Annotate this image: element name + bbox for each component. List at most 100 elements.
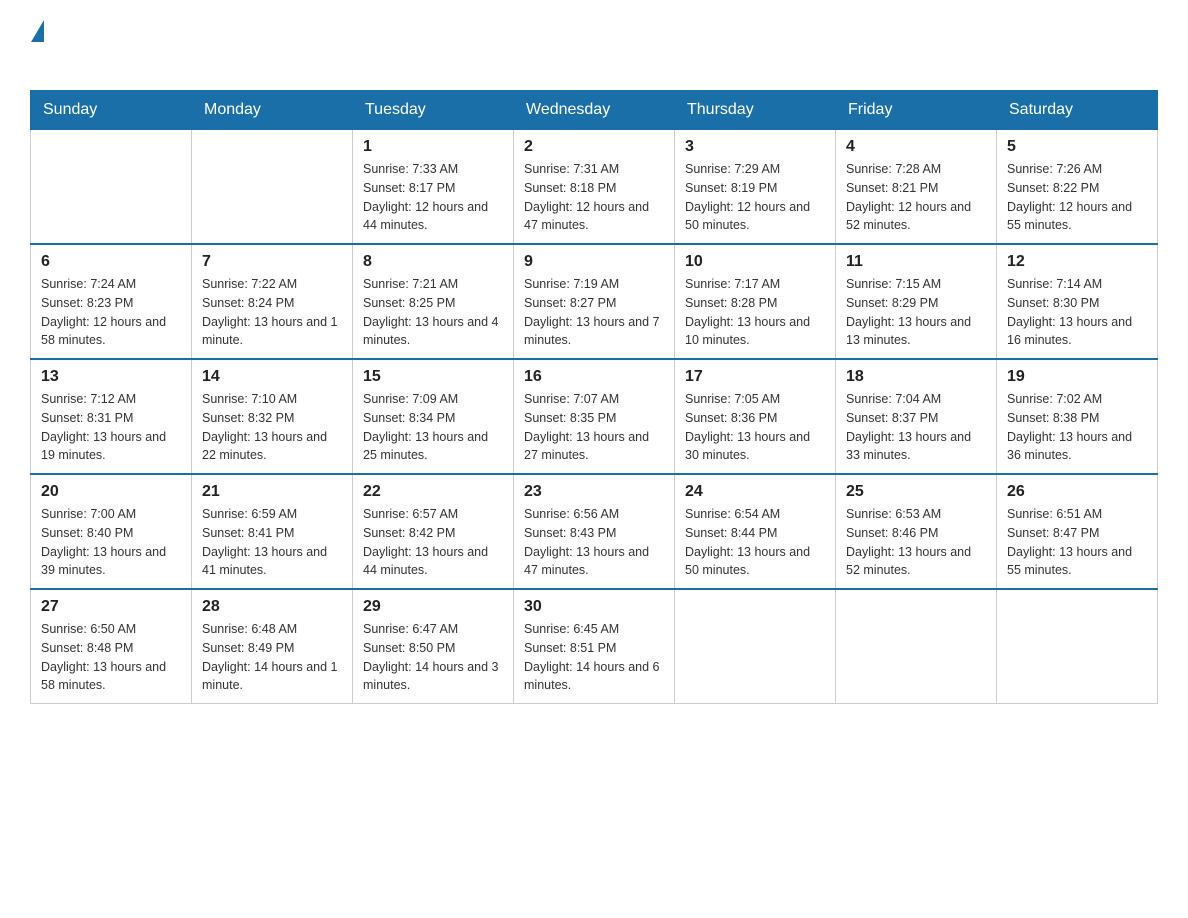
day-number: 23 [524, 483, 664, 501]
calendar-day-cell: 9 Sunrise: 7:19 AMSunset: 8:27 PMDaylight… [514, 244, 675, 359]
day-number: 19 [1007, 368, 1147, 386]
day-sun-info: Sunrise: 7:28 AMSunset: 8:21 PMDaylight:… [846, 160, 986, 235]
day-number: 27 [41, 598, 181, 616]
day-sun-info: Sunrise: 6:53 AMSunset: 8:46 PMDaylight:… [846, 505, 986, 580]
day-number: 28 [202, 598, 342, 616]
calendar-day-cell: 11 Sunrise: 7:15 AMSunset: 8:29 PMDayligh… [836, 244, 997, 359]
day-of-week-header: Sunday [31, 91, 192, 130]
day-sun-info: Sunrise: 6:48 AMSunset: 8:49 PMDaylight:… [202, 620, 342, 695]
day-number: 10 [685, 253, 825, 271]
calendar-day-cell: 29 Sunrise: 6:47 AMSunset: 8:50 PMDayligh… [353, 589, 514, 704]
day-sun-info: Sunrise: 7:31 AMSunset: 8:18 PMDaylight:… [524, 160, 664, 235]
day-number: 18 [846, 368, 986, 386]
day-sun-info: Sunrise: 7:14 AMSunset: 8:30 PMDaylight:… [1007, 275, 1147, 350]
calendar-week-row: 27 Sunrise: 6:50 AMSunset: 8:48 PMDayligh… [31, 589, 1158, 704]
calendar-day-cell: 6Sunrise: 7:24 AMSunset: 8:23 PMDaylight… [31, 244, 192, 359]
calendar-header-row: SundayMondayTuesdayWednesdayThursdayFrid… [31, 91, 1158, 130]
day-sun-info: Sunrise: 7:26 AMSunset: 8:22 PMDaylight:… [1007, 160, 1147, 235]
calendar-week-row: 1Sunrise: 7:33 AMSunset: 8:17 PMDaylight… [31, 130, 1158, 245]
day-number: 17 [685, 368, 825, 386]
day-number: 2 [524, 138, 664, 156]
day-sun-info: Sunrise: 7:09 AMSunset: 8:34 PMDaylight:… [363, 390, 503, 465]
calendar-day-cell: 20 Sunrise: 7:00 AMSunset: 8:40 PMDayligh… [31, 474, 192, 589]
day-of-week-header: Saturday [997, 91, 1158, 130]
calendar-week-row: 20 Sunrise: 7:00 AMSunset: 8:40 PMDayligh… [31, 474, 1158, 589]
day-sun-info: Sunrise: 6:45 AMSunset: 8:51 PMDaylight:… [524, 620, 664, 695]
day-number: 21 [202, 483, 342, 501]
logo [30, 20, 66, 70]
calendar-day-cell: 4 Sunrise: 7:28 AMSunset: 8:21 PMDaylight… [836, 130, 997, 245]
day-sun-info: Sunrise: 7:12 AMSunset: 8:31 PMDaylight:… [41, 390, 181, 465]
day-number: 9 [524, 253, 664, 271]
calendar-day-cell: 14Sunrise: 7:10 AMSunset: 8:32 PMDayligh… [192, 359, 353, 474]
day-sun-info: Sunrise: 7:00 AMSunset: 8:40 PMDaylight:… [41, 505, 181, 580]
day-number: 26 [1007, 483, 1147, 501]
day-sun-info: Sunrise: 6:54 AMSunset: 8:44 PMDaylight:… [685, 505, 825, 580]
day-sun-info: Sunrise: 6:47 AMSunset: 8:50 PMDaylight:… [363, 620, 503, 695]
calendar-day-cell: 13 Sunrise: 7:12 AMSunset: 8:31 PMDayligh… [31, 359, 192, 474]
day-sun-info: Sunrise: 6:56 AMSunset: 8:43 PMDaylight:… [524, 505, 664, 580]
calendar-day-cell: 12 Sunrise: 7:14 AMSunset: 8:30 PMDayligh… [997, 244, 1158, 359]
calendar-day-cell: 24 Sunrise: 6:54 AMSunset: 8:44 PMDayligh… [675, 474, 836, 589]
calendar-day-cell [31, 130, 192, 245]
day-number: 24 [685, 483, 825, 501]
day-number: 15 [363, 368, 503, 386]
day-number: 16 [524, 368, 664, 386]
calendar-day-cell: 21 Sunrise: 6:59 AMSunset: 8:41 PMDayligh… [192, 474, 353, 589]
calendar-day-cell: 28 Sunrise: 6:48 AMSunset: 8:49 PMDayligh… [192, 589, 353, 704]
calendar-day-cell [675, 589, 836, 704]
calendar-day-cell: 15 Sunrise: 7:09 AMSunset: 8:34 PMDayligh… [353, 359, 514, 474]
day-number: 14 [202, 368, 342, 386]
day-sun-info: Sunrise: 7:04 AMSunset: 8:37 PMDaylight:… [846, 390, 986, 465]
day-number: 8 [363, 253, 503, 271]
day-of-week-header: Thursday [675, 91, 836, 130]
day-number: 22 [363, 483, 503, 501]
calendar-day-cell: 18 Sunrise: 7:04 AMSunset: 8:37 PMDayligh… [836, 359, 997, 474]
day-sun-info: Sunrise: 6:50 AMSunset: 8:48 PMDaylight:… [41, 620, 181, 695]
day-number: 7 [202, 253, 342, 271]
calendar-day-cell: 22 Sunrise: 6:57 AMSunset: 8:42 PMDayligh… [353, 474, 514, 589]
day-number: 12 [1007, 253, 1147, 271]
day-sun-info: Sunrise: 7:05 AMSunset: 8:36 PMDaylight:… [685, 390, 825, 465]
day-sun-info: Sunrise: 7:22 AMSunset: 8:24 PMDaylight:… [202, 275, 342, 350]
calendar-week-row: 13 Sunrise: 7:12 AMSunset: 8:31 PMDayligh… [31, 359, 1158, 474]
day-of-week-header: Tuesday [353, 91, 514, 130]
day-number: 20 [41, 483, 181, 501]
calendar-day-cell: 8 Sunrise: 7:21 AMSunset: 8:25 PMDaylight… [353, 244, 514, 359]
day-number: 29 [363, 598, 503, 616]
day-sun-info: Sunrise: 6:59 AMSunset: 8:41 PMDaylight:… [202, 505, 342, 580]
calendar-day-cell: 16 Sunrise: 7:07 AMSunset: 8:35 PMDayligh… [514, 359, 675, 474]
calendar-day-cell: 10 Sunrise: 7:17 AMSunset: 8:28 PMDayligh… [675, 244, 836, 359]
day-number: 11 [846, 253, 986, 271]
day-sun-info: Sunrise: 6:51 AMSunset: 8:47 PMDaylight:… [1007, 505, 1147, 580]
day-sun-info: Sunrise: 7:29 AMSunset: 8:19 PMDaylight:… [685, 160, 825, 235]
calendar-table: SundayMondayTuesdayWednesdayThursdayFrid… [30, 90, 1158, 704]
calendar-day-cell: 1Sunrise: 7:33 AMSunset: 8:17 PMDaylight… [353, 130, 514, 245]
calendar-week-row: 6Sunrise: 7:24 AMSunset: 8:23 PMDaylight… [31, 244, 1158, 359]
calendar-day-cell [997, 589, 1158, 704]
calendar-day-cell: 26 Sunrise: 6:51 AMSunset: 8:47 PMDayligh… [997, 474, 1158, 589]
day-number: 13 [41, 368, 181, 386]
day-sun-info: Sunrise: 7:21 AMSunset: 8:25 PMDaylight:… [363, 275, 503, 350]
day-sun-info: Sunrise: 7:15 AMSunset: 8:29 PMDaylight:… [846, 275, 986, 350]
calendar-day-cell: 17 Sunrise: 7:05 AMSunset: 8:36 PMDayligh… [675, 359, 836, 474]
calendar-day-cell: 2 Sunrise: 7:31 AMSunset: 8:18 PMDaylight… [514, 130, 675, 245]
day-sun-info: Sunrise: 7:02 AMSunset: 8:38 PMDaylight:… [1007, 390, 1147, 465]
day-sun-info: Sunrise: 7:33 AMSunset: 8:17 PMDaylight:… [363, 160, 503, 235]
calendar-day-cell [836, 589, 997, 704]
day-of-week-header: Friday [836, 91, 997, 130]
calendar-day-cell [192, 130, 353, 245]
page-header [30, 20, 1158, 70]
calendar-day-cell: 25Sunrise: 6:53 AMSunset: 8:46 PMDayligh… [836, 474, 997, 589]
calendar-day-cell: 7 Sunrise: 7:22 AMSunset: 8:24 PMDaylight… [192, 244, 353, 359]
day-sun-info: Sunrise: 7:07 AMSunset: 8:35 PMDaylight:… [524, 390, 664, 465]
calendar-day-cell: 19 Sunrise: 7:02 AMSunset: 8:38 PMDayligh… [997, 359, 1158, 474]
day-number: 4 [846, 138, 986, 156]
calendar-day-cell: 3Sunrise: 7:29 AMSunset: 8:19 PMDaylight… [675, 130, 836, 245]
day-sun-info: Sunrise: 6:57 AMSunset: 8:42 PMDaylight:… [363, 505, 503, 580]
calendar-day-cell: 23 Sunrise: 6:56 AMSunset: 8:43 PMDayligh… [514, 474, 675, 589]
calendar-day-cell: 27 Sunrise: 6:50 AMSunset: 8:48 PMDayligh… [31, 589, 192, 704]
day-sun-info: Sunrise: 7:19 AMSunset: 8:27 PMDaylight:… [524, 275, 664, 350]
day-sun-info: Sunrise: 7:17 AMSunset: 8:28 PMDaylight:… [685, 275, 825, 350]
calendar-day-cell: 5Sunrise: 7:26 AMSunset: 8:22 PMDaylight… [997, 130, 1158, 245]
